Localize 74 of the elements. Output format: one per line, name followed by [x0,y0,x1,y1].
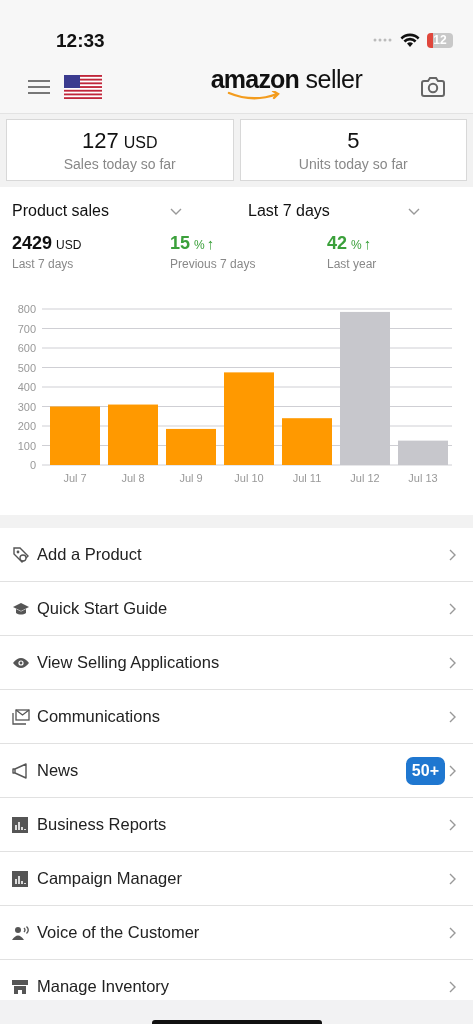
bar-chart-icon [12,816,28,833]
trend-arrow: ↑ [363,235,372,252]
menu-label: View Selling Applications [37,653,221,672]
dropdown[interactable]: Product sales [12,199,182,223]
period-label: Last year [327,257,378,271]
menu-label: Manage Inventory [37,977,171,996]
bar [282,418,332,465]
axis-label: Jul 8 [121,472,145,484]
person-speaking-icon [12,925,30,940]
axis-label: 700 [17,322,36,335]
chevron-down-icon [408,207,420,215]
chevron-right-icon [449,926,456,939]
axis-label: 200 [17,420,36,432]
trend-arrow: ↑ [206,235,215,252]
stat-value: 5 [347,128,360,154]
change-value: 42 [327,233,348,254]
axis-label: 800 [17,303,36,315]
chevron-right-icon [449,548,456,561]
chevron-right-icon [449,602,456,615]
chevron-right-icon [449,764,456,777]
menu-label: Communications [37,707,161,726]
menu-label: Add a Product [37,545,143,564]
axis-label: 500 [17,361,36,374]
bar-chart-icon [12,870,28,887]
flag-icon[interactable] [64,74,102,99]
menu-label: Business Reports [37,815,168,834]
unit-label: % [351,238,362,252]
chevron-right-icon [449,710,456,723]
chevron-right-icon [449,980,456,993]
period-label: Previous 7 days [170,257,257,271]
menu-label: News [37,761,80,780]
chevron-down-icon [170,207,182,215]
axis-label: 400 [17,381,36,393]
stat-label: Units today so far [298,156,408,172]
menu-label: Quick Start Guide [37,599,169,618]
bar [166,428,216,465]
wifi-icon [400,32,420,48]
unit-label: % [194,238,205,252]
bar [50,406,100,465]
menu-label: Voice of the Customer [37,923,201,942]
axis-label: Jul 7 [63,472,87,484]
store-icon [12,979,28,994]
axis-label: Jul 9 [179,472,203,484]
tag-icon [12,545,30,564]
dropdown[interactable]: Last 7 days [248,199,420,223]
camera-icon[interactable] [421,76,445,97]
unit-label: USD [56,238,82,252]
axis-label: 600 [17,342,36,354]
change-value: 15 [170,233,191,254]
menu-icon[interactable] [28,78,50,95]
chevron-right-icon [449,872,456,885]
total-value: 2429 [12,233,53,254]
axis-label: Jul 13 [408,472,438,484]
menu-label: Campaign Manager [37,869,183,888]
megaphone-icon [12,762,28,779]
bar [108,404,158,465]
chevron-right-icon [449,656,456,669]
stat-label: Sales today so far [63,156,176,172]
logo-text: amazon seller [210,66,363,91]
axis-label: Jul 11 [292,472,322,484]
mail-icon [12,708,30,725]
period-label: Last 7 days [12,257,75,271]
chevron-right-icon [449,818,456,831]
signal-icon [373,38,393,42]
stat-value: 127 USD [82,128,158,154]
axis-label: 100 [17,439,36,452]
axis-label: Jul 12 [350,472,380,484]
clock-time: 12:33 [56,30,106,52]
count-badge: 50+ [405,756,445,785]
axis-label: 0 [29,459,36,471]
axis-label: 300 [17,400,36,413]
axis-label: Jul 10 [234,472,264,484]
graduation-cap-icon [12,601,30,616]
eye-icon [12,656,30,669]
